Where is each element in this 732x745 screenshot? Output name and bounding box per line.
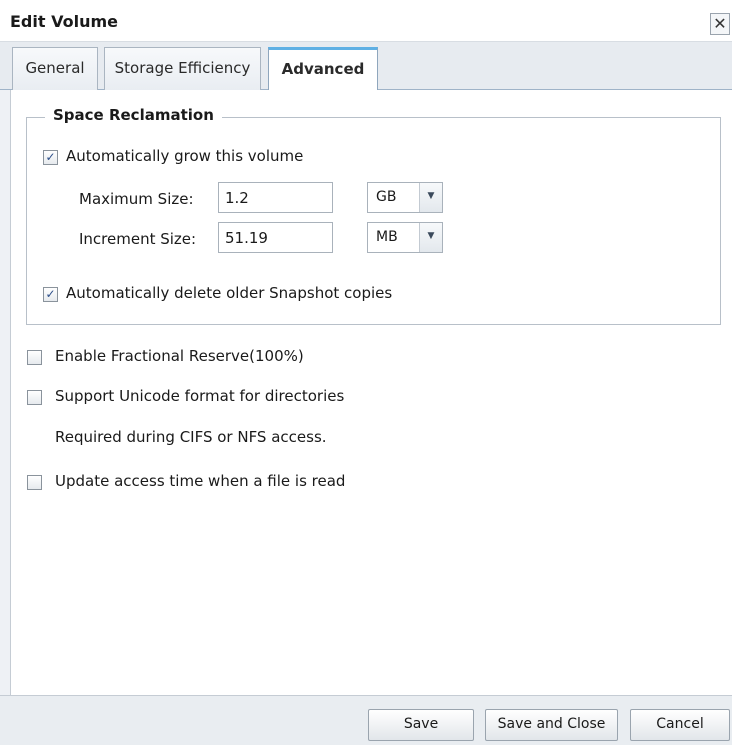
check-icon: ✓ xyxy=(45,150,56,164)
unicode-note: Required during CIFS or NFS access. xyxy=(55,428,327,446)
increment-size-label: Increment Size: xyxy=(79,230,197,248)
increment-size-input[interactable] xyxy=(218,222,333,253)
autogrow-checkbox[interactable]: ✓ xyxy=(43,150,58,165)
advanced-tab-panel: Space Reclamation ✓ Automatically grow t… xyxy=(10,90,732,695)
increment-size-unit-value: MB xyxy=(376,229,398,245)
dropdown-arrow-icon: ▼ xyxy=(419,183,442,212)
title-bar: Edit Volume ✕ xyxy=(0,0,732,42)
fractional-reserve-checkbox[interactable] xyxy=(27,350,42,365)
autodelete-label: Automatically delete older Snapshot copi… xyxy=(66,284,393,302)
max-size-unit-select[interactable]: GB ▼ xyxy=(367,182,443,213)
unicode-checkbox[interactable] xyxy=(27,390,42,405)
increment-size-unit-select[interactable]: MB ▼ xyxy=(367,222,443,253)
edit-volume-dialog: Edit Volume ✕ General Storage Efficiency… xyxy=(0,0,732,745)
access-time-checkbox[interactable] xyxy=(27,475,42,490)
max-size-label: Maximum Size: xyxy=(79,190,194,208)
autodelete-checkbox[interactable]: ✓ xyxy=(43,287,58,302)
check-icon: ✓ xyxy=(45,287,56,301)
tab-strip: General Storage Efficiency Advanced xyxy=(0,42,732,91)
max-size-input[interactable] xyxy=(218,182,333,213)
dialog-footer: Save Save and Close Cancel xyxy=(0,695,732,745)
space-reclamation-legend: Space Reclamation xyxy=(45,106,222,124)
dropdown-arrow-icon: ▼ xyxy=(419,223,442,252)
close-icon: ✕ xyxy=(713,14,727,33)
tab-general[interactable]: General xyxy=(12,47,98,90)
save-button[interactable]: Save xyxy=(368,709,474,741)
unicode-label: Support Unicode format for directories xyxy=(55,387,345,405)
tab-advanced[interactable]: Advanced xyxy=(268,47,378,91)
max-size-unit-value: GB xyxy=(376,189,397,205)
tab-storage-efficiency[interactable]: Storage Efficiency xyxy=(104,47,261,90)
autogrow-label: Automatically grow this volume xyxy=(66,147,304,165)
dialog-title: Edit Volume xyxy=(10,12,118,31)
close-button[interactable]: ✕ xyxy=(710,13,730,35)
save-and-close-button[interactable]: Save and Close xyxy=(485,709,618,741)
cancel-button[interactable]: Cancel xyxy=(630,709,730,741)
access-time-label: Update access time when a file is read xyxy=(55,472,346,490)
fractional-reserve-label: Enable Fractional Reserve(100%) xyxy=(55,347,304,365)
